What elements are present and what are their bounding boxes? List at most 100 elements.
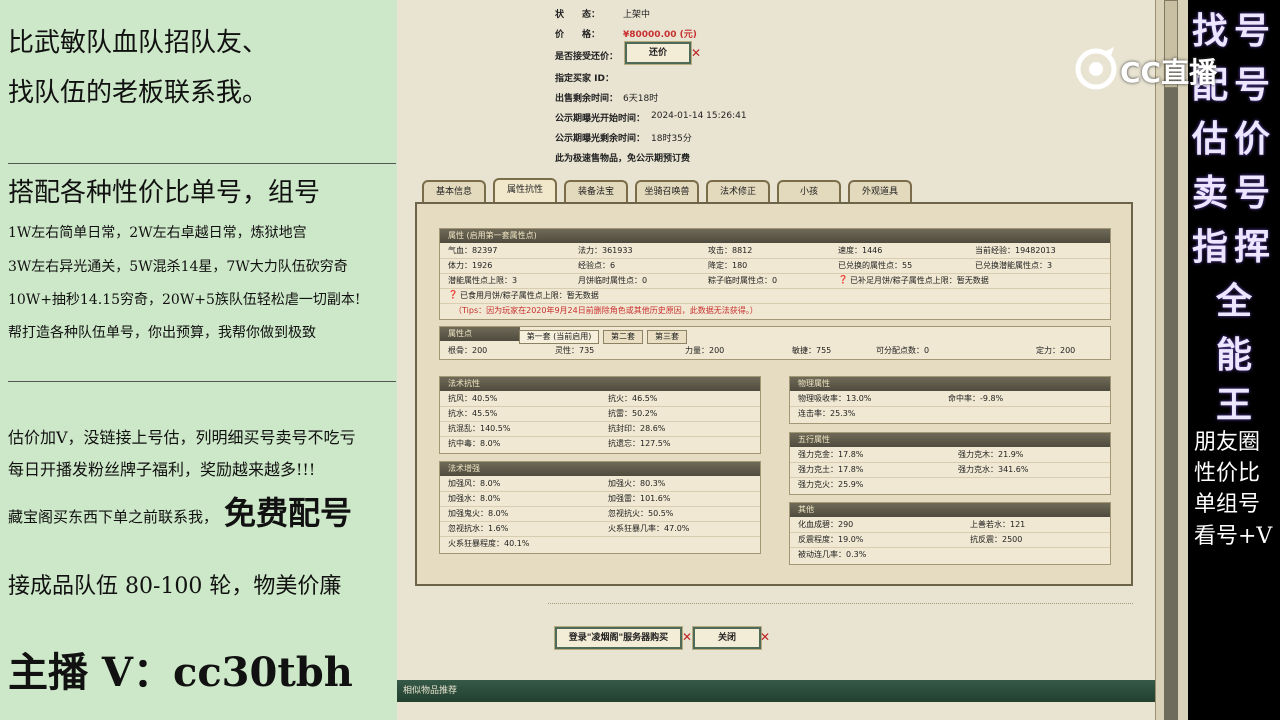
publicity-start-value: 2024-01-14 15:26:41 — [651, 111, 747, 121]
promo-text: 接成品队伍 80-100 轮，物美价廉 — [8, 574, 342, 599]
section-header: 属性 (启用第一套属性点) — [440, 229, 1110, 243]
related-items-bar[interactable]: 相似物品推荐 — [397, 680, 1155, 702]
promo-line: 性价比 — [1194, 461, 1261, 486]
point-cell: 力量：200 — [685, 346, 725, 355]
streamer-contact: 主播 V：cc30tbh — [8, 649, 353, 696]
element-cell: 强力克木：21.9% — [958, 450, 1024, 459]
attr-cell: 已兑换潜能属性点：3 — [975, 261, 1053, 270]
promo-char: 号 — [1234, 10, 1271, 52]
subtab-set-3[interactable]: 第三套 — [647, 330, 687, 344]
resist-cell: 抗中毒：8.0% — [448, 439, 501, 448]
attr-cell: 降定：180 — [708, 261, 748, 270]
subtab-set-1[interactable]: 第一套 (当前启用) — [519, 330, 599, 344]
promo-text: 帮打造各种队伍单号，你出预算，我帮你做到极致 — [8, 325, 316, 341]
promo-char: 价 — [1234, 118, 1271, 160]
cc-logo-icon — [1075, 47, 1117, 90]
attr-cell: 体力：1926 — [448, 261, 493, 270]
attr-cell: 潜能属性点上限：3 — [448, 276, 518, 285]
table-row: 忽视抗水：1.6% 火系狂暴几率：47.0% — [440, 523, 760, 537]
tab-mounts[interactable]: 坐骑召唤兽 — [635, 180, 699, 202]
tab-attributes[interactable]: 属性抗性 — [493, 178, 557, 202]
subtab-set-2[interactable]: 第二套 — [603, 330, 643, 344]
point-cell: 定力：200 — [1036, 346, 1076, 355]
boost-cell: 火系狂暴程度：40.1% — [448, 539, 530, 548]
remaining-label: 出售剩余时间： — [555, 94, 619, 104]
point-cell: 灵性：735 — [555, 346, 595, 355]
other-cell: 抗反震：2500 — [970, 535, 1023, 544]
bargain-button[interactable]: 还价 — [625, 42, 691, 64]
boost-cell: 加强雷：101.6% — [608, 494, 671, 503]
table-row: 化血成碧：290 上善若水：121 — [790, 519, 1110, 533]
attributes-panel: 属性 (启用第一套属性点) 气血：82397 法力：361933 攻击：8812… — [415, 202, 1133, 586]
promo-text: 每日开播发粉丝牌子福利，奖励越来越多!!! — [8, 460, 316, 479]
point-cell: 根骨：200 — [448, 346, 488, 355]
resist-cell: 抗雷：50.2% — [608, 409, 658, 418]
scrollbar[interactable] — [1155, 0, 1188, 720]
right-promo-panel: 找 号 配 号 估 价 卖 号 指 挥 全 能 王 朋友圈 性价比 单组号 看号… — [1188, 0, 1280, 720]
resist-cell: 抗混乱：140.5% — [448, 424, 511, 433]
section-header: 法术增强 — [440, 462, 760, 476]
divider — [548, 603, 1133, 604]
status-label: 状 态： — [555, 10, 601, 20]
bargain-label: 是否接受还价： — [555, 52, 619, 62]
attr-note: 已补足月饼/粽子属性点上限：暂无数据 — [850, 276, 989, 285]
table-row: 潜能属性点上限：3 月饼临时属性点：0 粽子临时属性点：0 ❓ 已补足月饼/粽子… — [440, 275, 1110, 289]
boost-cell: 忽视抗火：50.5% — [608, 509, 674, 518]
section-header: 法术抗性 — [440, 377, 760, 391]
other-cell: 上善若水：121 — [970, 520, 1026, 529]
scrollbar-track[interactable] — [1164, 0, 1178, 720]
boost-cell: 加强风：8.0% — [448, 479, 501, 488]
table-row: 抗风：40.5% 抗火：46.5% — [440, 393, 760, 407]
tab-appearance[interactable]: 外观道具 — [848, 180, 912, 202]
tab-equipment[interactable]: 装备法宝 — [564, 180, 628, 202]
close-button[interactable]: 关闭 — [693, 627, 761, 649]
cc-live-logo: CC直播 — [1072, 45, 1232, 93]
table-row: 体力：1926 经验点：6 降定：180 已兑换的属性点：55 已兑换潜能属性点… — [440, 260, 1110, 274]
publicity-remaining-value: 18时35分 — [651, 134, 692, 144]
other-section: 其他 化血成碧：290 上善若水：121 反震程度：19.0% 抗反震：2500 被… — [789, 502, 1111, 565]
close-icon: ✕ — [691, 46, 702, 60]
boost-cell: 加强水：8.0% — [448, 494, 501, 503]
table-row: 物理吸收率：13.0% 命中率：-9.8% — [790, 393, 1110, 407]
table-row: 抗混乱：140.5% 抗封印：28.6% — [440, 423, 760, 437]
promo-char: 指 — [1192, 226, 1229, 268]
resist-cell: 抗遗忘：127.5% — [608, 439, 671, 448]
attr-cell: 经验点：6 — [578, 261, 616, 270]
table-row: ❓ 已食用月饼/粽子属性点上限：暂无数据 — [440, 290, 1110, 304]
attr-note: 已食用月饼/粽子属性点上限：暂无数据 — [460, 291, 599, 300]
resist-cell: 抗风：40.5% — [448, 394, 498, 403]
table-row: 火系狂暴程度：40.1% — [440, 538, 760, 552]
tab-basic-info[interactable]: 基本信息 — [422, 180, 486, 202]
login-buy-button[interactable]: 登录"凌烟阁"服务器购买 — [555, 627, 682, 649]
promo-line-1: 比武敏队血队招队友、 — [8, 28, 269, 58]
publicity-start-label: 公示期曝光开始时间： — [555, 114, 646, 124]
info-icon: ❓ — [448, 290, 458, 299]
left-promo-panel: 比武敏队血队招队友、 找队伍的老板联系我。 搭配各种性价比单号，组号 1W左右简… — [0, 0, 397, 720]
promo-char: 号 — [1234, 64, 1271, 106]
attr-cell: 法力：361933 — [578, 246, 633, 255]
section-header: 属性点 — [440, 327, 520, 341]
tab-spell-correction[interactable]: 法术修正 — [706, 180, 770, 202]
promo-highlight: 免费配号 — [224, 494, 353, 532]
element-cell: 强力克水：341.6% — [958, 465, 1029, 474]
tips-text: （Tips：因为玩家在2020年9月24日前删除角色或其他历史原因，此数据无法获… — [454, 306, 758, 315]
physical-section: 物理属性 物理吸收率：13.0% 命中率：-9.8% 连击率：25.3% — [789, 376, 1111, 424]
table-row: 加强水：8.0% 加强雷：101.6% — [440, 493, 760, 507]
table-row: 被动连几率：0.3% — [790, 549, 1110, 563]
promo-char: 王 — [1216, 384, 1253, 426]
table-row: 加强鬼火：8.0% 忽视抗火：50.5% — [440, 508, 760, 522]
promo-text: 藏宝阁买东西下单之前联系我， — [8, 508, 219, 526]
tab-child[interactable]: 小孩 — [777, 180, 841, 202]
promo-line: 朋友圈 — [1194, 430, 1261, 455]
element-cell: 强力克火：25.9% — [798, 480, 864, 489]
boost-cell: 加强火：80.3% — [608, 479, 666, 488]
table-row: （Tips：因为玩家在2020年9月24日前删除角色或其他历史原因，此数据无法获… — [440, 305, 1110, 319]
table-row: 根骨：200 灵性：735 力量：200 敏捷：755 可分配点数：0 定力：2… — [440, 345, 1110, 359]
physical-cell: 连击率：25.3% — [798, 409, 856, 418]
price-value: ¥80000.00 (元) — [623, 30, 697, 40]
status-value: 上架中 — [623, 10, 651, 20]
five-elements-section: 五行属性 强力克金：17.8% 强力克木：21.9% 强力克土：17.8% 强力克水… — [789, 432, 1111, 495]
attr-cell: 速度：1446 — [838, 246, 883, 255]
other-cell: 化血成碧：290 — [798, 520, 854, 529]
boost-cell: 加强鬼火：8.0% — [448, 509, 509, 518]
